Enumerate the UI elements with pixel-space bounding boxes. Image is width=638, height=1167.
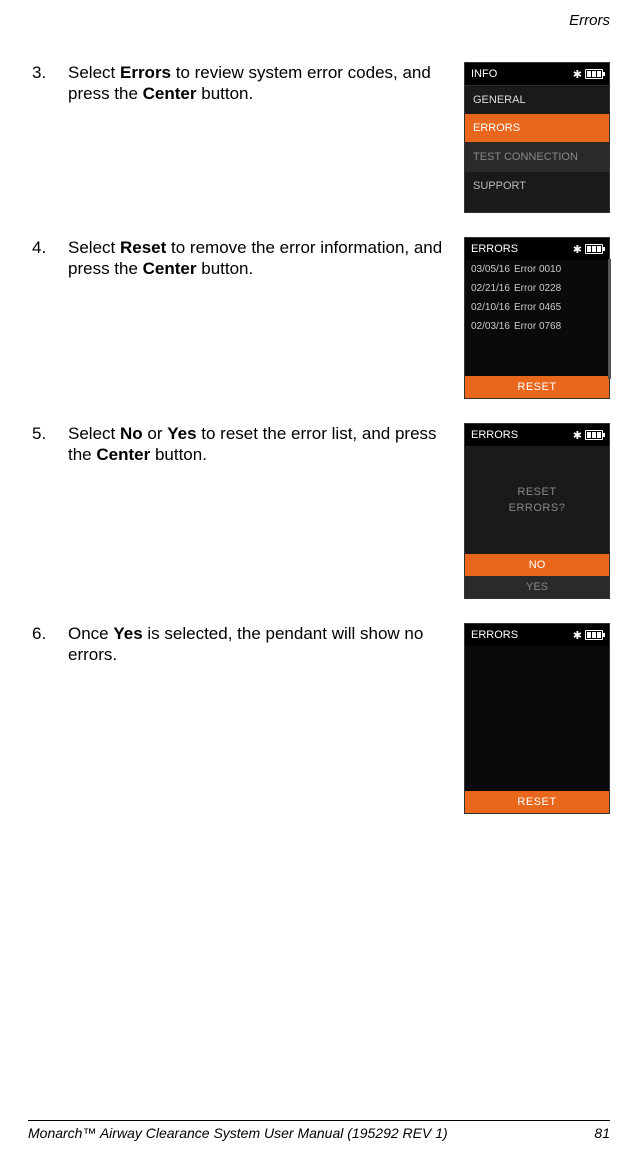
bold: Yes xyxy=(167,424,196,443)
text: Once xyxy=(68,624,113,643)
step-number: 6. xyxy=(28,623,68,644)
prompt-line: RESET xyxy=(517,484,556,501)
step-body: Select Reset to remove the error informa… xyxy=(68,237,452,280)
footer-page-number: 81 xyxy=(594,1125,610,1141)
menu-item-general[interactable]: GENERAL xyxy=(465,85,609,114)
step-body: Select No or Yes to reset the error list… xyxy=(68,423,452,466)
pendant-title: ERRORS xyxy=(471,243,518,255)
text: button. xyxy=(197,259,254,278)
battery-icon xyxy=(585,630,603,640)
menu-item-errors[interactable]: ERRORS xyxy=(465,114,609,142)
text: Select xyxy=(68,63,120,82)
error-row[interactable]: 02/03/16 Error 0768 xyxy=(465,317,609,336)
text: Select xyxy=(68,424,120,443)
error-code: Error 0465 xyxy=(514,302,561,313)
error-date: 02/10/16 xyxy=(471,302,510,313)
page-footer: Monarch™ Airway Clearance System User Ma… xyxy=(28,1120,610,1141)
error-code: Error 0228 xyxy=(514,283,561,294)
error-date: 03/05/16 xyxy=(471,264,510,275)
text: button. xyxy=(197,84,254,103)
bluetooth-icon: ✱ xyxy=(573,629,582,642)
option-no[interactable]: NO xyxy=(465,554,609,576)
pendant-header: ERRORS ✱ xyxy=(465,624,609,646)
bold: Reset xyxy=(120,238,166,257)
step-3-text: 3. Select Errors to review system error … xyxy=(28,62,464,105)
menu-item-support[interactable]: SUPPORT xyxy=(465,171,609,212)
bluetooth-icon: ✱ xyxy=(573,429,582,442)
error-date: 02/21/16 xyxy=(471,283,510,294)
step-5: 5. Select No or Yes to reset the error l… xyxy=(28,423,610,599)
bold: Errors xyxy=(120,63,171,82)
step-4: 4. Select Reset to remove the error info… xyxy=(28,237,610,399)
step-body: Once Yes is selected, the pendant will s… xyxy=(68,623,452,666)
bluetooth-icon: ✱ xyxy=(573,68,582,81)
status-icons: ✱ xyxy=(573,629,603,642)
error-code: Error 0768 xyxy=(514,321,561,332)
pendant-info-menu: INFO ✱ GENERAL ERRORS TEST CONNECTION SU… xyxy=(464,62,610,213)
bold: Yes xyxy=(113,624,142,643)
step-number: 3. xyxy=(28,62,68,83)
status-icons: ✱ xyxy=(573,429,603,442)
error-date: 02/03/16 xyxy=(471,321,510,332)
bluetooth-icon: ✱ xyxy=(573,243,582,256)
step-number: 4. xyxy=(28,237,68,258)
pendant-errors-list: ERRORS ✱ 03/05/16 Error 0010 02/21/16 Er… xyxy=(464,237,610,399)
page-header: Errors xyxy=(569,12,610,29)
step-3: 3. Select Errors to review system error … xyxy=(28,62,610,213)
pendant-title: ERRORS xyxy=(471,629,518,641)
error-row[interactable]: 02/10/16 Error 0465 xyxy=(465,298,609,317)
pendant-header: ERRORS ✱ xyxy=(465,424,609,446)
pendant-reset-confirm: ERRORS ✱ RESET ERRORS? NO YES xyxy=(464,423,610,599)
prompt-line: ERRORS? xyxy=(509,500,566,517)
pendant-title: INFO xyxy=(471,68,497,80)
menu-item-test-connection[interactable]: TEST CONNECTION xyxy=(465,142,609,171)
reset-button[interactable]: RESET xyxy=(465,791,609,813)
pendant-body xyxy=(465,336,609,376)
footer-manual-title: Monarch™ Airway Clearance System User Ma… xyxy=(28,1125,448,1141)
step-number: 5. xyxy=(28,423,68,444)
step-body: Select Errors to review system error cod… xyxy=(68,62,452,105)
step-4-text: 4. Select Reset to remove the error info… xyxy=(28,237,464,280)
battery-icon xyxy=(585,430,603,440)
reset-button[interactable]: RESET xyxy=(465,376,609,398)
pendant-header: ERRORS ✱ xyxy=(465,238,609,260)
scrollbar[interactable] xyxy=(608,259,611,379)
error-row[interactable]: 02/21/16 Error 0228 xyxy=(465,279,609,298)
pendant-body-empty xyxy=(465,646,609,791)
reset-prompt: RESET ERRORS? xyxy=(465,446,609,554)
bold: Center xyxy=(143,84,197,103)
step-5-text: 5. Select No or Yes to reset the error l… xyxy=(28,423,464,466)
main-content: 3. Select Errors to review system error … xyxy=(28,62,610,838)
pendant-title: ERRORS xyxy=(471,429,518,441)
pendant-errors-empty: ERRORS ✱ RESET xyxy=(464,623,610,814)
step-6: 6. Once Yes is selected, the pendant wil… xyxy=(28,623,610,814)
battery-icon xyxy=(585,244,603,254)
battery-icon xyxy=(585,69,603,79)
step-6-text: 6. Once Yes is selected, the pendant wil… xyxy=(28,623,464,666)
bold: Center xyxy=(96,445,150,464)
error-row[interactable]: 03/05/16 Error 0010 xyxy=(465,260,609,279)
text: Select xyxy=(68,238,120,257)
bold: Center xyxy=(143,259,197,278)
error-code: Error 0010 xyxy=(514,264,561,275)
option-yes[interactable]: YES xyxy=(465,576,609,598)
pendant-header: INFO ✱ xyxy=(465,63,609,85)
text: or xyxy=(143,424,168,443)
status-icons: ✱ xyxy=(573,68,603,81)
status-icons: ✱ xyxy=(573,243,603,256)
text: button. xyxy=(150,445,207,464)
bold: No xyxy=(120,424,143,443)
